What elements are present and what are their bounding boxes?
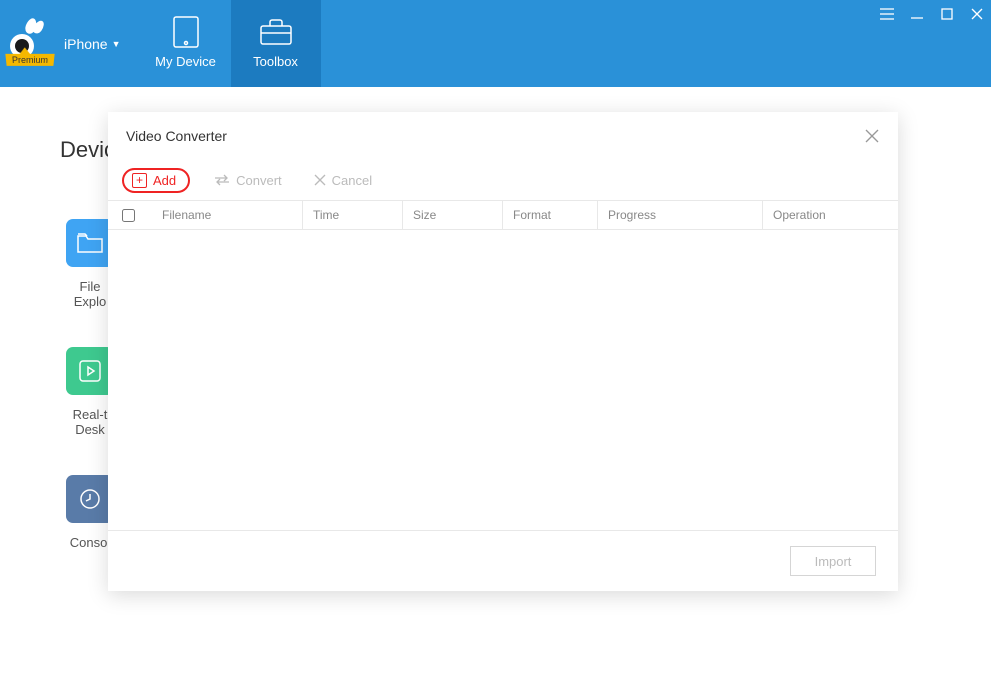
- modal-header: Video Converter: [108, 112, 898, 160]
- tab-toolbox[interactable]: Toolbox: [231, 0, 321, 87]
- cancel-button[interactable]: Cancel: [306, 169, 380, 192]
- premium-badge: Premium: [5, 53, 54, 65]
- tablet-icon: [168, 18, 204, 46]
- add-button-label: Add: [153, 173, 176, 188]
- column-format[interactable]: Format: [502, 201, 597, 229]
- convert-icon: [214, 174, 230, 186]
- play-icon: [66, 347, 114, 395]
- window-controls: [879, 6, 985, 22]
- convert-button-label: Convert: [236, 173, 282, 188]
- device-name-text: iPhone: [64, 36, 108, 52]
- toolbox-icon: [258, 18, 294, 46]
- tab-my-device-label: My Device: [155, 54, 216, 69]
- nav-tabs: My Device Toolbox: [141, 0, 321, 87]
- video-converter-modal: Video Converter + Add Convert Cancel Fil…: [108, 112, 898, 591]
- cancel-icon: [314, 174, 326, 186]
- plus-icon: +: [132, 173, 147, 188]
- modal-footer: Import: [108, 531, 898, 591]
- column-time[interactable]: Time: [302, 201, 402, 229]
- table-body: [108, 230, 898, 531]
- column-size[interactable]: Size: [402, 201, 502, 229]
- select-all-checkbox[interactable]: [122, 209, 135, 222]
- minimize-icon[interactable]: [909, 6, 925, 22]
- app-logo-icon: Premium: [8, 24, 48, 64]
- column-progress[interactable]: Progress: [597, 201, 762, 229]
- column-filename[interactable]: Filename: [152, 201, 302, 229]
- cancel-button-label: Cancel: [332, 173, 372, 188]
- modal-close-button[interactable]: [864, 128, 880, 144]
- dropdown-icon: ▼: [112, 39, 121, 49]
- import-button[interactable]: Import: [790, 546, 876, 576]
- menu-icon[interactable]: [879, 6, 895, 22]
- convert-button[interactable]: Convert: [206, 169, 290, 192]
- column-operation[interactable]: Operation: [762, 201, 867, 229]
- close-icon[interactable]: [969, 6, 985, 22]
- tab-my-device[interactable]: My Device: [141, 0, 231, 87]
- device-selector[interactable]: iPhone ▼: [64, 36, 121, 52]
- maximize-icon[interactable]: [939, 6, 955, 22]
- tab-toolbox-label: Toolbox: [253, 54, 298, 69]
- modal-toolbar: + Add Convert Cancel: [108, 160, 898, 200]
- folder-icon: [66, 219, 114, 267]
- app-header: Premium iPhone ▼ My Device: [0, 0, 991, 87]
- logo-section: Premium iPhone ▼: [0, 0, 141, 87]
- add-button[interactable]: + Add: [122, 168, 190, 193]
- clock-icon: [66, 475, 114, 523]
- table-header: Filename Time Size Format Progress Opera…: [108, 200, 898, 230]
- modal-title: Video Converter: [126, 128, 227, 144]
